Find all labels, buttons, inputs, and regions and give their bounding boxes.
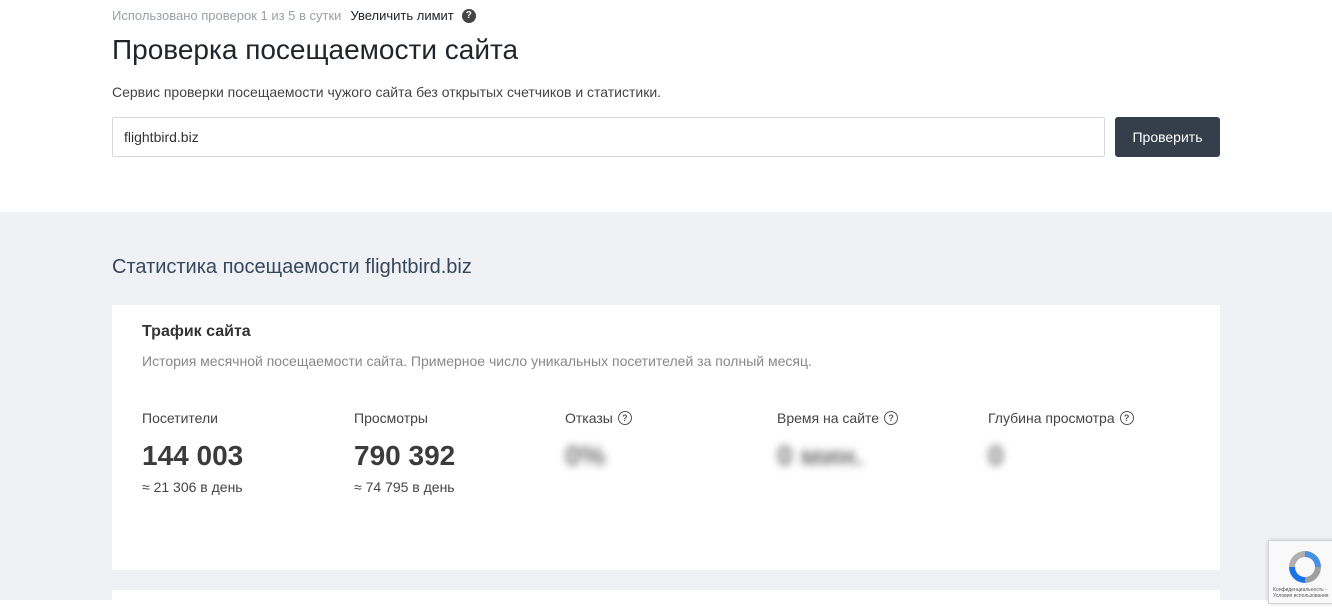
metric-label: Отказы: [565, 410, 613, 426]
metric-value-blurred: 0: [988, 440, 1004, 471]
metric-value: 790 392: [354, 440, 456, 471]
stats-heading: Статистика посещаемости flightbird.biz: [112, 256, 472, 278]
limit-bar: Использовано проверок 1 из 5 в сутки Уве…: [112, 8, 476, 23]
card-title: Трафик сайта: [142, 323, 251, 340]
next-card: [112, 590, 1220, 610]
metric-time-on-site: Время на сайте ? 0 мин.: [777, 409, 977, 473]
metric-page-depth: Глубина просмотра ? 0: [988, 409, 1188, 473]
metric-label: Глубина просмотра: [988, 410, 1115, 426]
metric-value-blurred: 0 мин.: [777, 440, 863, 471]
metric-per-day: ≈ 74 795 в день: [354, 479, 455, 495]
metric-per-day: ≈ 21 306 в день: [142, 479, 243, 495]
limit-usage-text: Использовано проверок 1 из 5 в сутки: [112, 8, 342, 23]
site-url-input[interactable]: [112, 117, 1105, 157]
stats-section: Статистика посещаемости flightbird.biz Т…: [0, 212, 1332, 610]
recaptcha-icon: [1285, 547, 1325, 592]
metric-bounce-rate: Отказы ? 0%: [565, 409, 765, 473]
help-icon[interactable]: ?: [884, 411, 899, 425]
increase-limit-link[interactable]: Увеличить лимит: [350, 8, 453, 23]
metric-pageviews: Просмотры 790 392 ≈ 74 795 в день: [354, 409, 554, 495]
metric-label: Время на сайте: [777, 410, 880, 426]
metric-visitors: Посетители 144 003 ≈ 21 306 в день: [142, 409, 342, 495]
recaptcha-terms-link[interactable]: Условия использования: [1273, 593, 1329, 599]
card-description: История месячной посещаемости сайта. При…: [142, 353, 812, 369]
check-button[interactable]: Проверить: [1115, 117, 1220, 157]
recaptcha-badge[interactable]: Конфиденциальность - Условия использован…: [1268, 540, 1332, 604]
metric-label: Посетители: [142, 410, 218, 426]
metric-label: Просмотры: [354, 410, 428, 426]
help-icon[interactable]: ?: [1119, 411, 1134, 425]
metric-value-blurred: 0%: [565, 440, 606, 471]
help-icon[interactable]: ?: [617, 411, 632, 425]
help-icon[interactable]: ?: [461, 8, 476, 23]
traffic-card: Трафик сайта История месячной посещаемос…: [112, 305, 1220, 570]
metric-value: 144 003: [142, 440, 244, 471]
page-title: Проверка посещаемости сайта: [112, 34, 519, 65]
recaptcha-text: Конфиденциальность - Условия использован…: [1273, 587, 1329, 599]
top-section: Использовано проверок 1 из 5 в сутки Уве…: [0, 0, 1332, 212]
page-description: Сервис проверки посещаемости чужого сайт…: [112, 84, 662, 100]
